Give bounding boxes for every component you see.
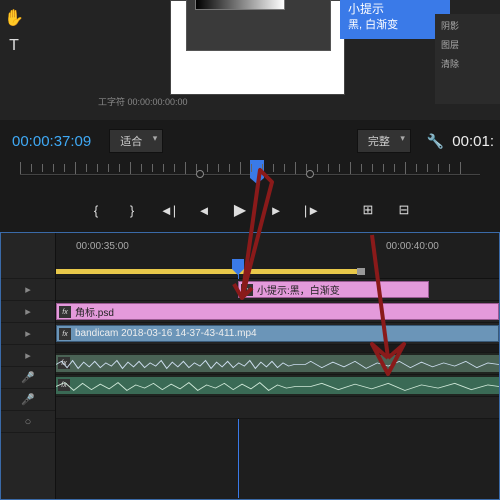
zoom-dropdown[interactable]: 适合: [109, 129, 163, 153]
go-prev-button[interactable]: ◄|: [159, 203, 177, 218]
side-panel-row[interactable]: 阴影: [441, 19, 494, 32]
clip-v3[interactable]: fx 小提示:黑，白渐变: [238, 281, 429, 298]
overwrite-button[interactable]: ⊟: [395, 202, 413, 218]
ruler-label: 00:00:40:00: [386, 241, 439, 252]
fx-badge-icon: fx: [241, 284, 253, 296]
clip-label: 角标.psd: [75, 304, 114, 319]
transport-controls: { } ◄| ◄ ▶ ► |► ⊞ ⊟: [0, 196, 500, 224]
mark-in-button[interactable]: {: [87, 203, 105, 218]
play-button[interactable]: ▶: [231, 200, 249, 220]
hint-tooltip: 小提示 黑, 白渐变: [340, 0, 450, 39]
track-toggle[interactable]: ▸: [1, 323, 55, 345]
fx-badge-icon: fx: [59, 328, 71, 340]
waveform-icon: [56, 359, 499, 370]
go-next-button[interactable]: |►: [303, 203, 321, 218]
text-tool-icon[interactable]: T: [0, 32, 28, 60]
duration-timecode: 00:01:: [452, 133, 494, 150]
step-fwd-button[interactable]: ►: [267, 203, 285, 218]
in-point-marker[interactable]: [196, 170, 204, 178]
out-point-marker[interactable]: [306, 170, 314, 178]
clip-v2[interactable]: fx 角标.psd: [56, 303, 499, 320]
audio-track-1[interactable]: fx: [56, 353, 499, 375]
current-timecode[interactable]: 00:00:37:09: [12, 133, 91, 150]
track-toggle[interactable]: ○: [1, 411, 55, 433]
preview-canvas[interactable]: [170, 0, 345, 95]
clip-label: 小提示:黑，白渐变: [257, 282, 340, 297]
timecode-bar: 00:00:37:09 适合 完整 🔧 00:01:: [0, 128, 500, 154]
clip-v1[interactable]: fx bandicam 2018-03-16 14-37-43-411.mp4: [56, 325, 499, 342]
track-toggle[interactable]: ▸: [1, 279, 55, 301]
audio-mic-icon[interactable]: 🎤: [1, 367, 55, 389]
empty-track[interactable]: [56, 397, 499, 419]
program-monitor: 小提示 黑, 白渐变 阴影 图层 清除 工字符 00:00:00:00:00: [30, 0, 500, 120]
timeline-panel: ▸ ▸ ▸ ▸ 🎤 🎤 ○ 00:00:35:00 00:00:40:00 fx…: [0, 232, 500, 500]
side-panel-row[interactable]: 图层: [441, 38, 494, 51]
side-panel-row[interactable]: 清除: [441, 57, 494, 70]
insert-button[interactable]: ⊞: [359, 202, 377, 218]
audio-clip[interactable]: fx: [56, 377, 499, 394]
tooltip-body: 黑, 白渐变: [348, 18, 442, 33]
monitor-footer-label: 工字符 00:00:00:00:00: [98, 95, 188, 108]
work-area-bar[interactable]: [56, 269, 359, 274]
track-toggle[interactable]: ▸: [1, 301, 55, 323]
fx-badge-icon: fx: [59, 306, 71, 318]
settings-wrench-icon[interactable]: 🔧: [427, 133, 444, 150]
video-track-3[interactable]: fx 小提示:黑，白渐变: [56, 279, 499, 301]
tooltip-title: 小提示: [348, 1, 442, 18]
embedded-panel: [186, 0, 331, 51]
video-track-2[interactable]: fx 角标.psd: [56, 301, 499, 323]
time-ruler[interactable]: 00:00:35:00 00:00:40:00: [56, 233, 499, 279]
waveform-icon: [56, 381, 499, 392]
monitor-scrubber[interactable]: [20, 160, 480, 190]
track-header-column: ▸ ▸ ▸ ▸ 🎤 🎤 ○: [1, 233, 56, 499]
gradient-swatch: [195, 0, 285, 10]
tool-strip: ✋ T: [0, 0, 30, 120]
audio-track-2[interactable]: fx: [56, 375, 499, 397]
audio-clip[interactable]: fx: [56, 355, 499, 372]
video-track-1[interactable]: fx bandicam 2018-03-16 14-37-43-411.mp4: [56, 323, 499, 345]
quality-dropdown[interactable]: 完整: [357, 129, 411, 153]
clip-label: bandicam 2018-03-16 14-37-43-411.mp4: [75, 328, 257, 339]
mark-out-button[interactable]: }: [123, 203, 141, 218]
ruler-label: 00:00:35:00: [76, 241, 129, 252]
side-properties-panel: 阴影 图层 清除: [435, 14, 500, 104]
timeline-body[interactable]: 00:00:35:00 00:00:40:00 fx 小提示:黑，白渐变 fx …: [56, 233, 499, 499]
step-back-button[interactable]: ◄: [195, 203, 213, 218]
track-toggle[interactable]: ▸: [1, 345, 55, 367]
hand-tool-icon[interactable]: ✋: [0, 4, 28, 32]
audio-mic-icon[interactable]: 🎤: [1, 389, 55, 411]
